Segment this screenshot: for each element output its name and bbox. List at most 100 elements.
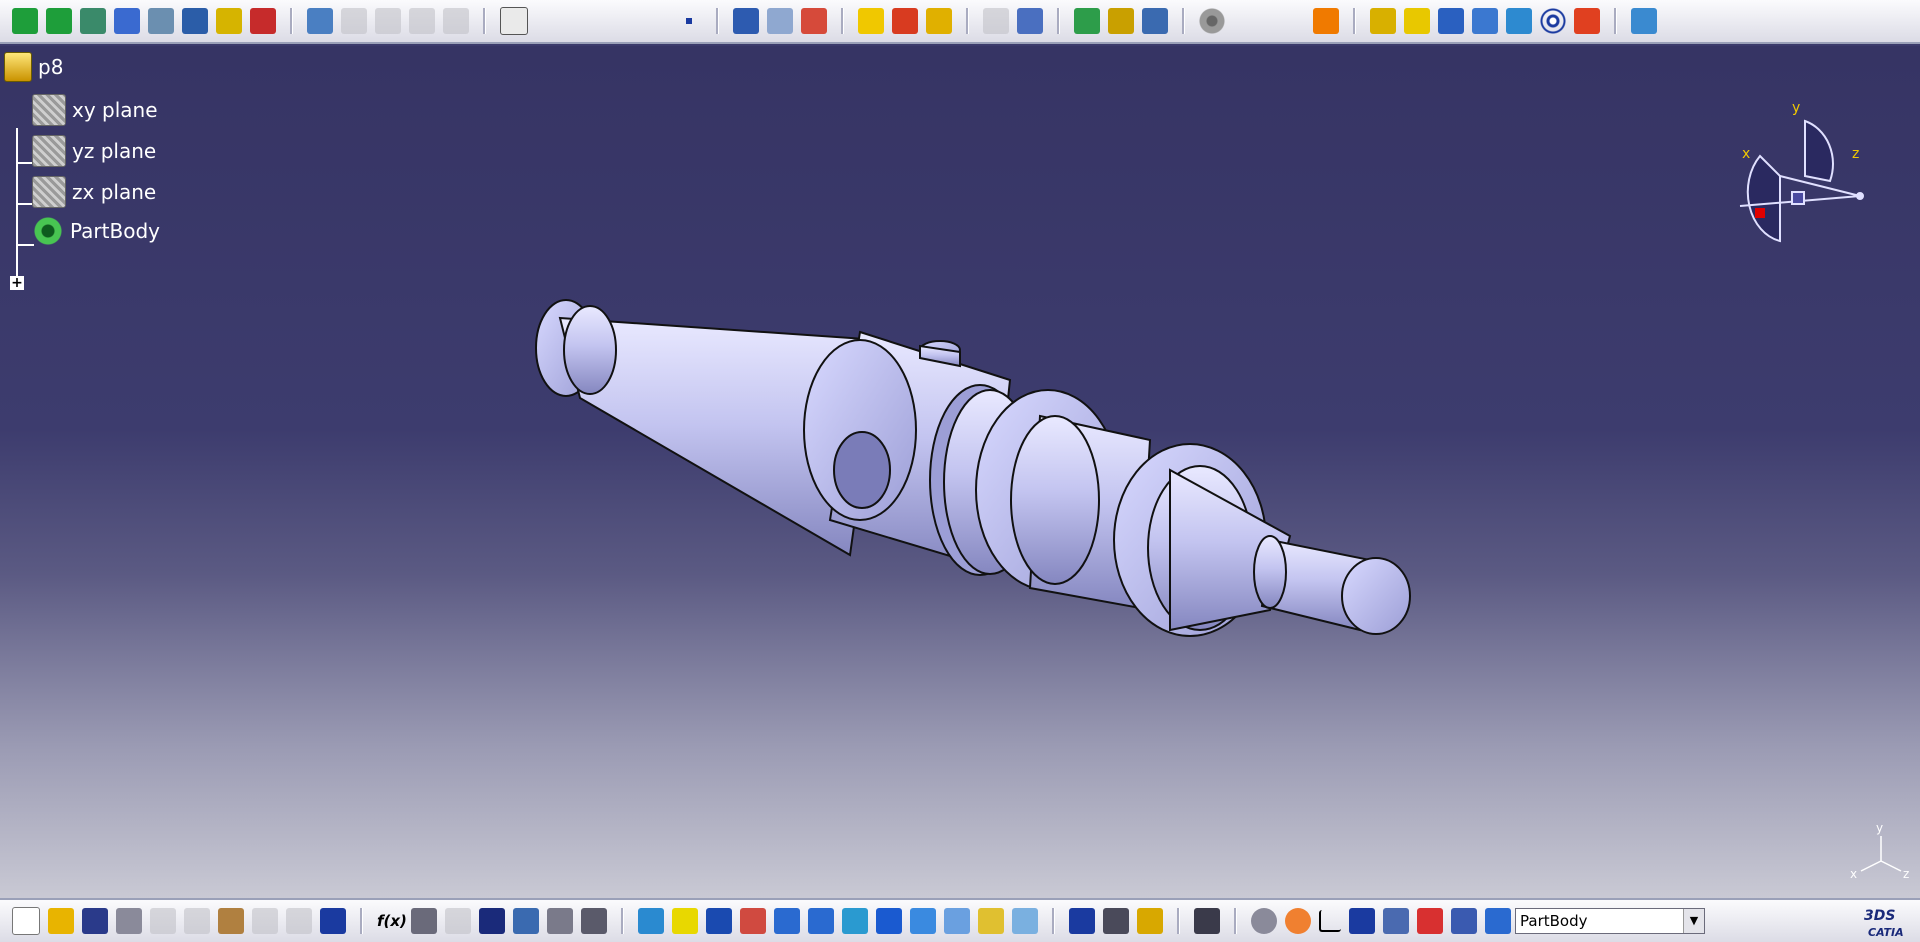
translate-icon[interactable] (12, 8, 38, 34)
new-icon[interactable] (12, 907, 40, 935)
compass[interactable]: y x z (1720, 96, 1880, 246)
manipulation-hand-icon[interactable] (1285, 908, 1311, 934)
measure-between-icon[interactable] (1069, 908, 1095, 934)
text-annotation-icon[interactable] (733, 8, 759, 34)
current-body-select[interactable]: PartBody ▼ (1515, 908, 1705, 934)
tree-item-xy-plane[interactable]: xy plane (32, 94, 158, 126)
expand-icon[interactable]: + (10, 276, 24, 290)
hide-show-icon[interactable] (978, 908, 1004, 934)
rib-icon[interactable] (1574, 8, 1600, 34)
tree-item-label: zx plane (72, 180, 157, 204)
toolbar-separator (1234, 908, 1237, 934)
print-icon[interactable] (116, 908, 142, 934)
pad-icon[interactable] (1370, 8, 1396, 34)
part-model[interactable] (0, 46, 1920, 898)
help-icon[interactable] (320, 908, 346, 934)
open-icon[interactable] (48, 908, 74, 934)
line-icon[interactable] (148, 8, 174, 34)
parameters-icon[interactable] (1142, 8, 1168, 34)
zoom-out-icon[interactable] (808, 908, 834, 934)
catalog-icon[interactable] (307, 8, 333, 34)
comment-icon[interactable] (411, 908, 437, 934)
existing-component-icon[interactable] (409, 8, 435, 34)
tree-item-zx-plane[interactable]: zx plane (32, 176, 156, 208)
part-document-icon (4, 52, 32, 82)
macro-icon[interactable] (581, 908, 607, 934)
toolbar-separator (1614, 8, 1617, 34)
measure-icon[interactable] (216, 8, 242, 34)
formula-icon[interactable]: f(x) (377, 908, 407, 934)
tree-root[interactable]: p8 (4, 52, 63, 82)
swap-visible-icon[interactable] (1012, 908, 1038, 934)
list-icon[interactable] (1451, 908, 1477, 934)
toolbar-separator (621, 908, 624, 934)
constraint-display-icon[interactable] (1417, 908, 1443, 934)
table-icon[interactable] (983, 8, 1009, 34)
analysis-draft-icon[interactable] (858, 8, 884, 34)
plane-icon (32, 94, 66, 126)
shaft-icon[interactable] (1438, 8, 1464, 34)
rotate-view-icon[interactable] (740, 908, 766, 934)
fly-mode-icon[interactable] (638, 908, 664, 934)
save-icon[interactable] (82, 908, 108, 934)
pocket-icon[interactable] (1404, 8, 1430, 34)
paste-icon[interactable] (218, 908, 244, 934)
zoom-in-icon[interactable] (774, 908, 800, 934)
chevron-down-icon[interactable]: ▼ (1683, 909, 1704, 933)
toolbar-separator (966, 8, 969, 34)
split-view-icon[interactable] (1017, 8, 1043, 34)
snap-icon[interactable] (114, 8, 140, 34)
pan-icon[interactable] (706, 908, 732, 934)
fit-all-icon[interactable] (672, 908, 698, 934)
copy-icon[interactable] (184, 908, 210, 934)
cut-icon[interactable] (150, 908, 176, 934)
normal-view-icon[interactable] (842, 908, 868, 934)
iso-view-icon[interactable] (910, 908, 936, 934)
measure-inertia-icon[interactable] (1137, 908, 1163, 934)
redo-icon[interactable] (286, 908, 312, 934)
knowledge-icon[interactable] (1108, 8, 1134, 34)
compass-handle[interactable] (1755, 208, 1765, 218)
compass-plane-x[interactable] (1746, 154, 1781, 243)
rotate-icon[interactable] (46, 8, 72, 34)
toolbar-separator (716, 8, 719, 34)
analysis-curvature-icon[interactable] (892, 8, 918, 34)
constraint-icon[interactable] (250, 8, 276, 34)
globe-icon[interactable] (1074, 8, 1100, 34)
groove-icon[interactable] (1472, 8, 1498, 34)
flag-note-icon[interactable] (767, 8, 793, 34)
layer-icon[interactable] (1485, 908, 1511, 934)
lock-icon[interactable] (547, 908, 573, 934)
point-icon[interactable] (676, 8, 702, 34)
tree-item-yz-plane[interactable]: yz plane (32, 135, 156, 167)
design-table-icon[interactable] (479, 908, 505, 934)
hole-icon[interactable] (1506, 8, 1532, 34)
component-icon[interactable] (375, 8, 401, 34)
grid-snap-icon[interactable] (1349, 908, 1375, 934)
update-icon[interactable] (1251, 908, 1277, 934)
axis-system-icon[interactable] (1319, 910, 1341, 932)
settings-gear-icon[interactable] (1199, 8, 1225, 34)
analysis-thickness-icon[interactable] (926, 8, 952, 34)
tree-item-partbody[interactable]: PartBody (32, 216, 160, 246)
product-icon[interactable] (341, 8, 367, 34)
sketcher-icon[interactable] (500, 7, 528, 35)
compass-z-label: z (1852, 146, 1859, 162)
replace-icon[interactable] (443, 8, 469, 34)
target-icon[interactable] (1540, 8, 1566, 34)
symmetry-icon[interactable] (80, 8, 106, 34)
part-body-icon[interactable] (1631, 8, 1657, 34)
scan-icon[interactable] (1383, 908, 1409, 934)
compass-plane-z[interactable] (1804, 119, 1834, 183)
3d-viewport[interactable]: y x z y x z (0, 46, 1920, 898)
tool-icon[interactable] (445, 908, 471, 934)
align-icon[interactable] (182, 8, 208, 34)
knowledge-tree-icon[interactable] (513, 908, 539, 934)
multi-view-icon[interactable] (876, 908, 902, 934)
measure-item-icon[interactable] (1103, 908, 1129, 934)
select-cursor-icon[interactable] (1313, 8, 1339, 34)
shading-icon[interactable] (944, 908, 970, 934)
apply-material-icon[interactable] (801, 8, 827, 34)
undo-icon[interactable] (252, 908, 278, 934)
capture-camera-icon[interactable] (1194, 908, 1220, 934)
